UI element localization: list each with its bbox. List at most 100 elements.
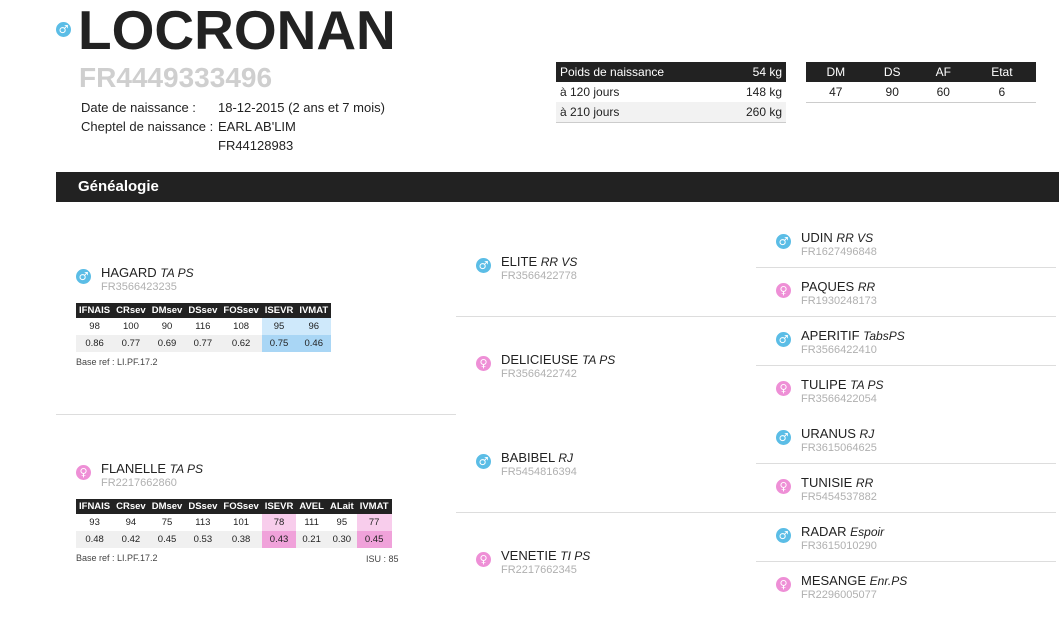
- index-header: CRsev: [113, 303, 149, 318]
- index-value: 77: [356, 514, 392, 531]
- score-value: 6: [967, 82, 1036, 103]
- great-grandparent-card[interactable]: ♀ TUNISIE RR FR5454537882: [776, 475, 877, 504]
- animal-link[interactable]: BABIBEL: [501, 450, 555, 465]
- grandparent-card[interactable]: ♀ DELICIEUSE TA PS FR3566422742: [476, 352, 615, 381]
- index-value: 96: [296, 318, 332, 335]
- male-icon: ♂: [776, 234, 791, 249]
- animal-link[interactable]: FLANELLE: [101, 461, 166, 476]
- weight-row-label: à 120 jours: [560, 85, 620, 99]
- animal-id: FR2217662860: [101, 477, 177, 489]
- index-cd: 0.43: [261, 531, 297, 548]
- male-icon: ♂: [56, 22, 71, 37]
- male-icon: ♂: [76, 269, 91, 284]
- animal-id: FR3566422410: [801, 344, 877, 356]
- index-cd: 0.48: [76, 531, 114, 548]
- grandparent-card[interactable]: ♀ VENETIE TI PS FR2217662345: [476, 548, 590, 577]
- index-value: 94: [125, 517, 137, 528]
- animal-link[interactable]: VENETIE: [501, 548, 557, 563]
- animal-link[interactable]: PAQUES: [801, 279, 854, 294]
- dam-card[interactable]: ♀ FLANELLE TA PS FR2217662860: [76, 461, 203, 490]
- great-grandparent-card[interactable]: ♀ TULIPE TA PS FR3566422054: [776, 377, 883, 406]
- female-icon: ♀: [476, 356, 491, 371]
- weight-header-label: Poids de naissance: [556, 62, 722, 82]
- animal-link[interactable]: URANUS: [801, 426, 856, 441]
- animal-id: FR3566422054: [801, 393, 877, 405]
- male-icon: ♂: [776, 528, 791, 543]
- index-value: 101: [233, 517, 250, 528]
- animal-id: FR1627496848: [801, 246, 877, 258]
- index-value: 93: [89, 517, 100, 528]
- index-value: 95: [261, 318, 297, 335]
- birth-date-label: Date de naissance :: [81, 100, 196, 115]
- animal-tag: RR VS: [836, 231, 874, 245]
- index-value: 78: [261, 514, 297, 531]
- birth-herd-value: EARL AB'LIM: [218, 119, 296, 134]
- male-icon: ♂: [776, 332, 791, 347]
- index-value: 116: [195, 321, 211, 332]
- weight-header-value: 54 kg: [721, 62, 786, 82]
- section-title: Généalogie: [78, 178, 159, 195]
- divider: [56, 414, 456, 415]
- divider: [456, 316, 1056, 317]
- sire-card[interactable]: ♂ HAGARD TA PS FR3566423235: [76, 265, 194, 294]
- index-header: IFNAIS: [76, 499, 114, 514]
- animal-link[interactable]: TULIPE: [801, 377, 847, 392]
- animal-id: FR5454537882: [801, 491, 877, 503]
- animal-tag: TI PS: [560, 549, 591, 563]
- genealogy-section-bar: Généalogie: [56, 172, 1059, 202]
- index-value: 111: [304, 517, 319, 528]
- animal-tag: Espoir: [850, 525, 885, 539]
- animal-link[interactable]: APERITIF: [801, 328, 860, 343]
- isu-value: ISU : 85: [366, 554, 399, 564]
- animal-link[interactable]: DELICIEUSE: [501, 352, 578, 367]
- index-cd: 0.75: [261, 335, 297, 352]
- animal-tag: RR: [857, 280, 876, 294]
- animal-link[interactable]: TUNISIE: [801, 475, 852, 490]
- great-grandparent-card[interactable]: ♂ APERITIF TabsPS FR3566422410: [776, 328, 905, 357]
- index-value: 108: [233, 321, 250, 332]
- animal-link[interactable]: HAGARD: [101, 265, 157, 280]
- great-grandparent-card[interactable]: ♀ MESANGE Enr.PS FR2296005077: [776, 573, 907, 602]
- animal-id: FR4449333496: [79, 62, 273, 93]
- index-cd: 0.62: [220, 335, 262, 352]
- animal-link[interactable]: RADAR: [801, 524, 847, 539]
- index-cd: 0.45: [356, 531, 392, 548]
- index-header: CRsev: [113, 499, 149, 514]
- index-header: FOSsev: [220, 303, 262, 318]
- birth-info: Date de naissance : 18-12-2015 (2 ans et…: [81, 98, 385, 155]
- index-cd: 0.42: [113, 531, 149, 548]
- index-header: ISEVR: [261, 303, 297, 318]
- animal-tag: RJ: [859, 427, 875, 441]
- grandparent-card[interactable]: ♂ BABIBEL RJ FR5454816394: [476, 450, 577, 479]
- great-grandparent-card[interactable]: ♀ PAQUES RR FR1930248173: [776, 279, 877, 308]
- index-value: 75: [161, 517, 173, 528]
- animal-link[interactable]: ELITE: [501, 254, 537, 269]
- great-grandparent-card[interactable]: ♂ URANUS RJ FR3615064625: [776, 426, 877, 455]
- index-cd: 0.30: [326, 531, 357, 548]
- animal-tag: RR: [855, 476, 874, 490]
- female-icon: ♀: [476, 552, 491, 567]
- animal-link[interactable]: UDIN: [801, 230, 833, 245]
- score-header: DS: [865, 62, 919, 82]
- birth-herd-label: Cheptel de naissance :: [81, 119, 214, 134]
- animal-tag: RR VS: [540, 255, 578, 269]
- female-icon: ♀: [776, 381, 791, 396]
- great-grandparent-card[interactable]: ♂ UDIN RR VS FR1627496848: [776, 230, 877, 259]
- base-ref: Base ref : LI.PF.17.2: [76, 553, 158, 563]
- male-icon: ♂: [776, 430, 791, 445]
- index-cd: 0.77: [185, 335, 221, 352]
- grandparent-card[interactable]: ♂ ELITE RR VS FR3566422778: [476, 254, 577, 283]
- scores-table: DM DS AF Etat 47 90 60 6: [806, 62, 1036, 103]
- animal-tag: TA PS: [850, 378, 884, 392]
- great-grandparent-card[interactable]: ♂ RADAR Espoir FR3615010290: [776, 524, 884, 553]
- animal-link[interactable]: MESANGE: [801, 573, 866, 588]
- score-value: 47: [806, 82, 866, 103]
- birth-herd-id: FR44128983: [218, 138, 294, 153]
- index-cd: 0.53: [185, 531, 221, 548]
- index-cd: 0.86: [76, 335, 114, 352]
- animal-id: FR5454816394: [501, 466, 577, 478]
- index-cd: 0.77: [113, 335, 149, 352]
- female-icon: ♀: [776, 479, 791, 494]
- index-value: 98: [89, 321, 100, 332]
- animal-tag: TabsPS: [863, 329, 905, 343]
